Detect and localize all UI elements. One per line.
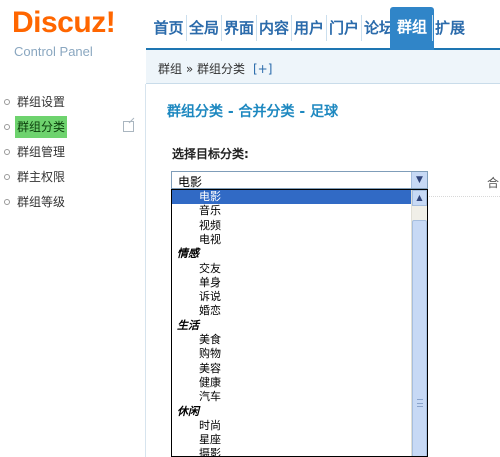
sidebar-item-label: 群组等级 [17, 195, 66, 209]
dropdown-option[interactable]: 电视 [172, 233, 412, 247]
nav-tab-8[interactable]: 扩展 [432, 15, 467, 41]
bullet-icon [4, 174, 10, 180]
bullet-icon [4, 99, 10, 105]
nav-tab-3[interactable]: 内容 [256, 15, 291, 41]
nav-tab-0[interactable]: 首页 [151, 15, 186, 41]
dropdown-option[interactable]: 单身 [172, 276, 412, 290]
row-divider [429, 196, 500, 197]
bullet-icon [4, 149, 10, 155]
bullet-icon [4, 124, 10, 130]
nav-tab-7[interactable]: 群组 [390, 7, 434, 50]
nav-tab-4[interactable]: 用户 [291, 15, 326, 41]
dropdown-option[interactable]: 购物 [172, 347, 412, 361]
nav-tab-2[interactable]: 界面 [221, 15, 256, 41]
top-navigation: 首页 全局 界面 内容 用户 门户 论坛 群组 扩展 [146, 0, 500, 50]
option-group-label: 休闲 [177, 404, 199, 418]
option-group-label: 情感 [177, 247, 199, 261]
breadcrumb-text: 群组 » 群组分类 [158, 62, 245, 76]
sidebar-item-label: 群组管理 [17, 145, 66, 159]
dropdown-option[interactable]: 视频 [172, 219, 412, 233]
sidebar-item-label: 群主权限 [17, 170, 66, 184]
category-dropdown-list[interactable]: 电影 音乐 视频 电视 情感 交友 单身 诉说 婚恋 生活 美食 购物 美容 健康 汽车 休闲 时尚 星座 摄影 ▲ [171, 189, 428, 457]
logo-subtitle: Control Panel [14, 44, 93, 59]
dropdown-option[interactable]: 摄影 [172, 447, 412, 456]
sidebar-item-3[interactable]: 群主权限 [0, 166, 145, 188]
sidebar-item-0[interactable]: 群组设置 [0, 91, 145, 113]
nav-tab-5[interactable]: 门户 [326, 15, 361, 41]
scrollbar-grip-icon [417, 399, 423, 407]
scroll-up-arrow-icon[interactable]: ▲ [412, 190, 427, 206]
sidebar-item-label: 群组分类 [15, 116, 68, 138]
dropdown-option[interactable]: 音乐 [172, 204, 412, 218]
dropdown-option[interactable]: 交友 [172, 262, 412, 276]
sidebar-item-1[interactable]: 群组分类 [0, 116, 145, 138]
dropdown-scrollbar[interactable]: ▲ [411, 190, 427, 456]
main-content: 群组分类 - 合并分类 - 足球 选择目标分类: 合 电影 ▼ 电影 音乐 视频 电视… [147, 85, 500, 457]
sidebar-item-label: 群组设置 [17, 95, 66, 109]
dropdown-option[interactable]: 汽车 [172, 390, 412, 404]
sidebar: 群组设置群组分类群组管理群主权限群组等级 [0, 84, 146, 457]
dropdown-option[interactable]: 美食 [172, 333, 412, 347]
dropdown-option[interactable]: 诉说 [172, 290, 412, 304]
sidebar-item-4[interactable]: 群组等级 [0, 191, 145, 213]
dropdown-option[interactable]: 婚恋 [172, 304, 412, 318]
add-shortcut-link[interactable]: [+] [253, 62, 272, 76]
scrollbar-thumb[interactable] [412, 220, 427, 456]
merge-label: 合 [487, 176, 500, 190]
chevron-down-icon[interactable]: ▼ [411, 172, 427, 188]
logo-title: Discuz! [12, 6, 116, 39]
option-group-label: 生活 [177, 318, 199, 332]
select-current-value: 电影 [178, 175, 203, 189]
nav-tab-1[interactable]: 全局 [186, 15, 221, 41]
dropdown-option[interactable]: 健康 [172, 376, 412, 390]
breadcrumb: 群组 » 群组分类 [+] [158, 60, 272, 77]
open-new-window-icon[interactable] [123, 121, 134, 132]
page-title: 群组分类 - 合并分类 - 足球 [167, 104, 339, 120]
sub-bar: 群组 » 群组分类 [+] [146, 50, 500, 84]
dropdown-option[interactable]: 星座 [172, 433, 412, 447]
sidebar-item-2[interactable]: 群组管理 [0, 141, 145, 163]
logo[interactable]: Discuz! Control Panel [0, 0, 146, 84]
select-target-label: 选择目标分类: [172, 147, 249, 161]
dropdown-option[interactable]: 时尚 [172, 419, 412, 433]
header: Discuz! Control Panel 首页 全局 界面 内容 用户 门户 论坛 群组 扩展… [0, 0, 500, 84]
bullet-icon [4, 199, 10, 205]
dropdown-option[interactable]: 电影 [172, 190, 412, 204]
dropdown-option[interactable]: 美容 [172, 362, 412, 376]
target-category-select[interactable]: 电影 ▼ [171, 171, 428, 189]
